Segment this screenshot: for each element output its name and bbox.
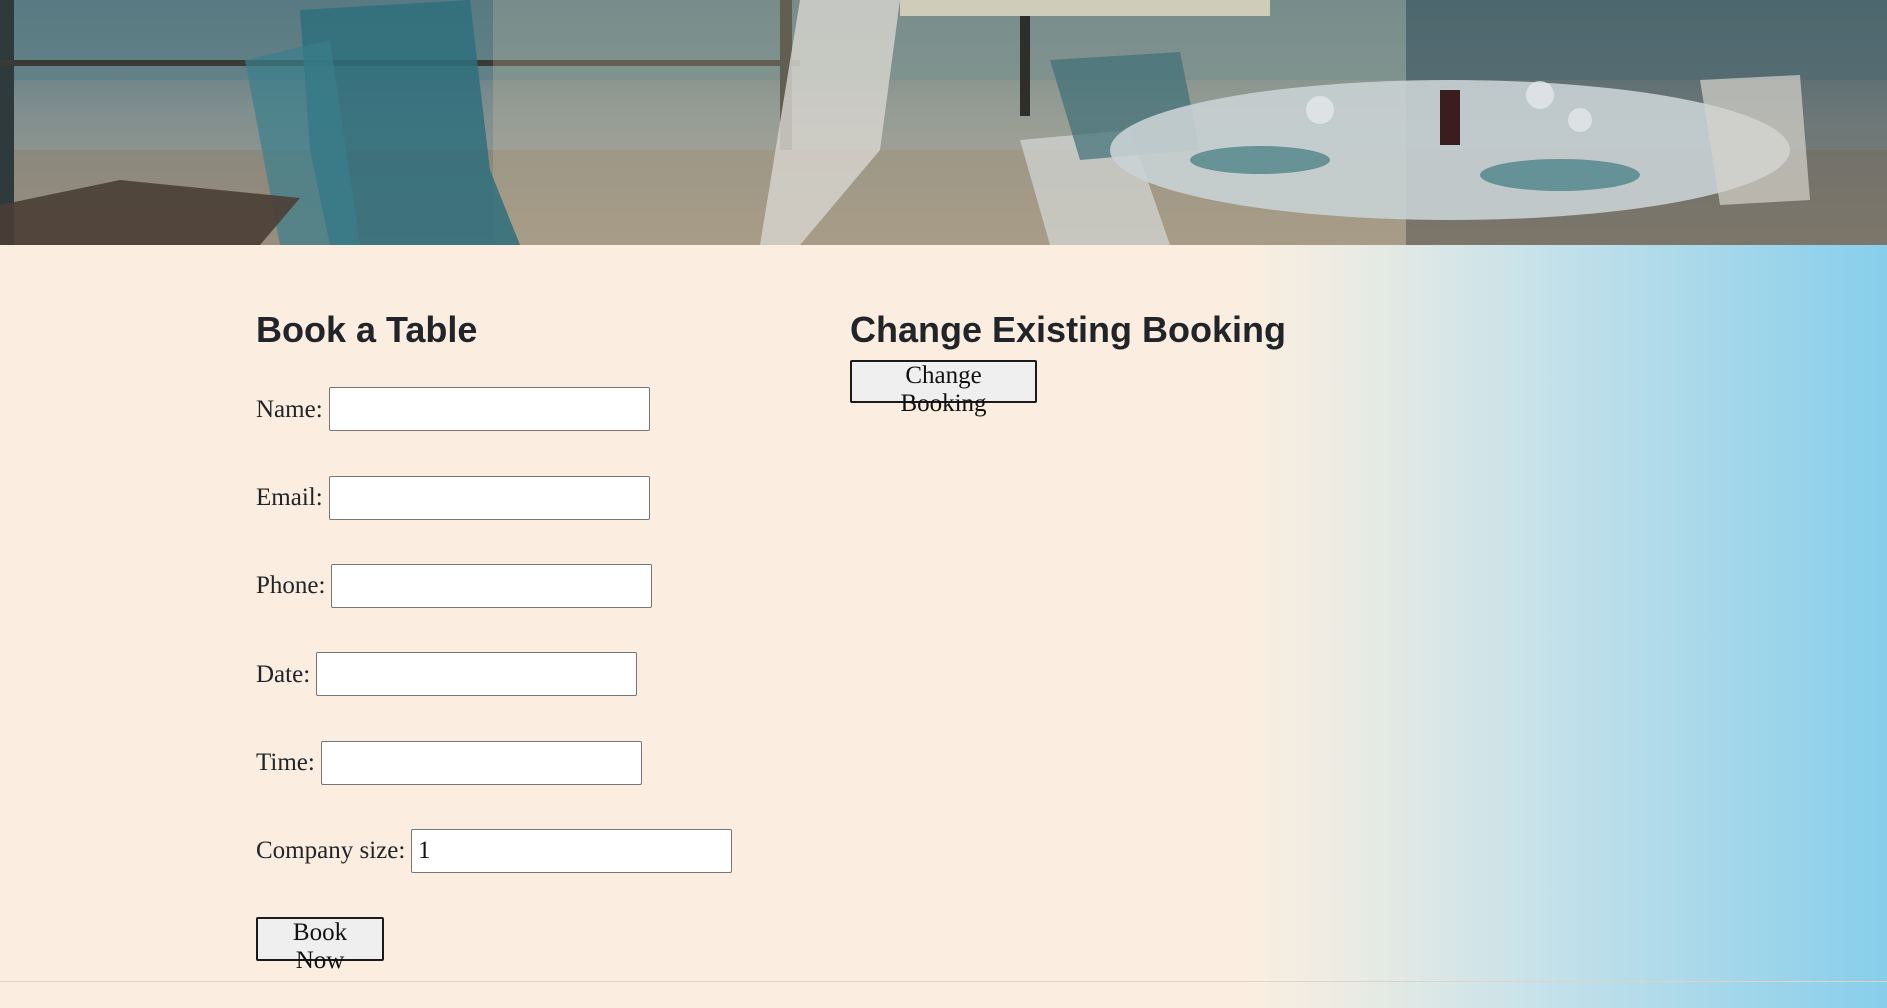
hero-restaurant-image: [0, 0, 1887, 245]
email-label: Email:: [256, 484, 323, 511]
change-booking-title: Change Existing Booking: [850, 309, 1287, 350]
book-now-button[interactable]: Book Now: [256, 917, 384, 974]
phone-label: Phone:: [256, 572, 326, 599]
email-field[interactable]: [329, 476, 650, 520]
change-booking-button[interactable]: Change Booking: [850, 360, 1037, 417]
time-label: Time:: [256, 749, 315, 776]
date-field[interactable]: [316, 652, 637, 696]
book-table-title: Book a Table: [256, 309, 478, 350]
company-size-field[interactable]: [411, 829, 732, 873]
name-field[interactable]: [329, 387, 650, 431]
name-label: Name:: [256, 396, 323, 423]
time-field[interactable]: [321, 741, 642, 785]
date-label: Date:: [256, 661, 311, 688]
phone-field[interactable]: [331, 564, 652, 608]
company-size-label: Company size:: [256, 837, 406, 864]
footer-divider: [0, 981, 1887, 982]
